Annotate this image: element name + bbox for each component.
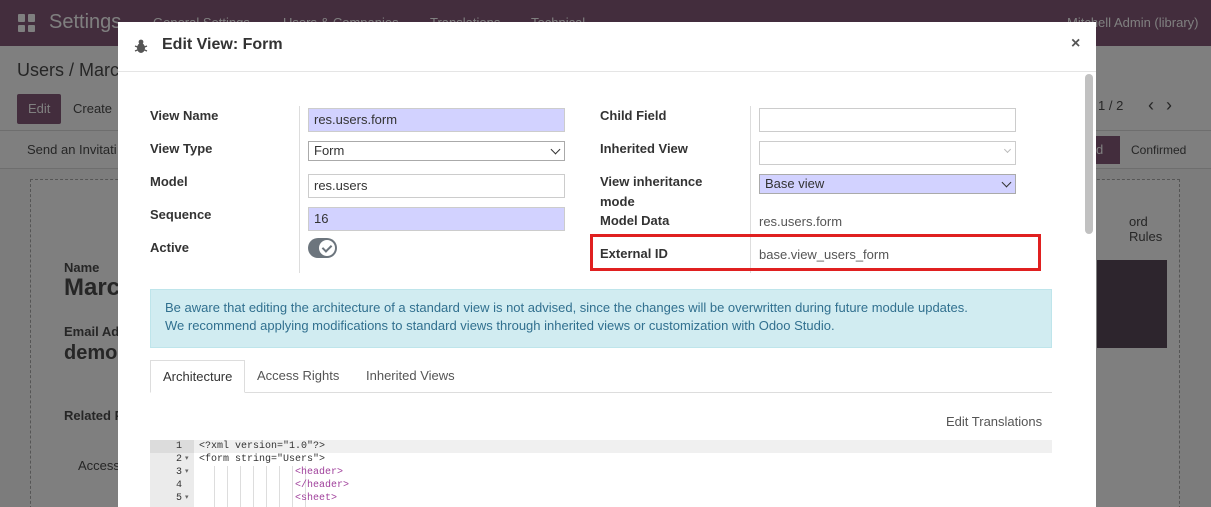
code-line: 5 ▾ <sheet> [150, 492, 1052, 505]
inheritance-mode-label-line2: mode [600, 194, 635, 209]
active-toggle[interactable] [308, 238, 337, 258]
inherited-view-label: Inherited View [600, 141, 688, 156]
view-name-label: View Name [150, 108, 219, 123]
code-text: <?xml version="1.0"?> [199, 441, 326, 452]
sequence-field[interactable]: 16 [308, 207, 565, 231]
chevron-down-icon [1001, 177, 1012, 188]
fold-arrow-icon[interactable]: ▾ [185, 453, 189, 466]
chevron-down-icon [550, 144, 561, 155]
inheritance-mode-select[interactable]: Base view [759, 174, 1016, 194]
modal-title: Edit View: Form [162, 36, 283, 53]
model-field[interactable]: res.users [308, 174, 565, 198]
alert-line-1: Be aware that editing the architecture o… [165, 300, 968, 315]
inheritance-mode-value: Base view [765, 176, 825, 191]
line-number: 3 [175, 467, 182, 478]
code-editor[interactable]: 1 <?xml version="1.0"?> 2 ▾ <form string… [150, 440, 1052, 507]
tab-access-rights[interactable]: Access Rights [245, 360, 351, 393]
line-number: 2 [175, 454, 182, 465]
line-number: 1 [150, 440, 194, 453]
warning-alert: Be aware that editing the architecture o… [150, 289, 1052, 348]
close-icon[interactable]: × [1071, 35, 1080, 53]
inheritance-mode-label: View inheritance [600, 174, 703, 189]
code-line: 2 ▾ <form string="Users"> [150, 453, 1052, 466]
code-text: <form string="Users"> [199, 454, 326, 465]
edit-view-dialog: Edit View: Form × View Name View Type Mo… [118, 22, 1096, 507]
view-type-label: View Type [150, 141, 213, 156]
code-line: 3 ▾ <header> [150, 466, 1052, 479]
code-text: <sheet> [199, 493, 338, 504]
code-line: 4 </header> [150, 479, 1052, 492]
line-number: 5 [175, 493, 182, 504]
code-text: <header> [199, 467, 344, 478]
chevron-down-icon [1003, 145, 1012, 154]
view-type-value: Form [314, 143, 345, 158]
code-line: 1 <?xml version="1.0"?> [150, 440, 1052, 453]
view-name-field[interactable]: res.users.form [308, 108, 565, 132]
notebook-tabs: Architecture Access Rights Inherited Vie… [150, 360, 1052, 393]
tab-architecture[interactable]: Architecture [150, 360, 246, 393]
alert-line-2: We recommend applying modifications to s… [165, 318, 835, 333]
fold-arrow-icon[interactable]: ▾ [185, 466, 189, 479]
tab-inherited-views[interactable]: Inherited Views [354, 360, 467, 393]
code-text: </header> [199, 480, 350, 491]
model-label: Model [150, 174, 188, 189]
fold-arrow-icon[interactable]: ▾ [185, 492, 189, 505]
bug-icon [134, 39, 148, 53]
model-data-link[interactable]: res.users.form [759, 214, 842, 229]
sequence-label: Sequence [150, 207, 212, 222]
modal-scrollbar[interactable] [1085, 74, 1093, 507]
inherited-view-input[interactable] [759, 141, 1016, 165]
external-id-highlight [590, 234, 1041, 271]
left-column-divider [299, 106, 300, 273]
modal-header: Edit View: Form × [118, 22, 1096, 72]
child-field-label: Child Field [600, 108, 667, 123]
view-type-select[interactable]: Form [308, 141, 565, 161]
scrollbar-thumb[interactable] [1085, 74, 1093, 234]
active-label: Active [150, 240, 190, 255]
line-number: 4 [175, 480, 182, 491]
child-field-input[interactable] [759, 108, 1016, 132]
model-data-label: Model Data [600, 213, 670, 228]
check-icon [319, 240, 335, 256]
edit-translations-link[interactable]: Edit Translations [946, 414, 1042, 429]
